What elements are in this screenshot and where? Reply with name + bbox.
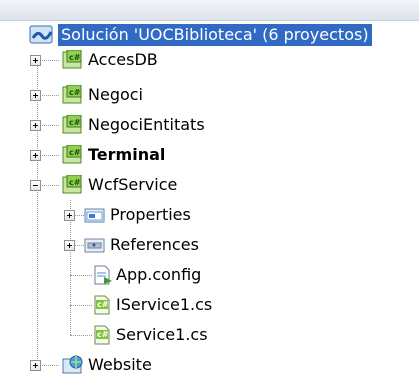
project-label: Terminal bbox=[88, 145, 166, 164]
svg-text:c#: c# bbox=[69, 53, 81, 62]
expand-icon[interactable] bbox=[30, 360, 41, 371]
project-label: WcfService bbox=[88, 175, 178, 194]
svg-text:c#: c# bbox=[69, 88, 81, 97]
csharp-project-icon: c# bbox=[62, 145, 84, 165]
csharp-file-icon: c# bbox=[92, 295, 114, 315]
tree-item-negocientitats[interactable]: c# NegociEntitats bbox=[0, 110, 419, 140]
project-label: NegociEntitats bbox=[88, 115, 205, 134]
tree-item-properties[interactable]: Properties bbox=[0, 200, 419, 230]
solution-label: Solución 'UOCBiblioteca' (6 proyectos) bbox=[57, 23, 373, 47]
expand-icon[interactable] bbox=[30, 120, 41, 131]
csharp-project-icon: c# bbox=[62, 115, 84, 135]
collapse-icon[interactable] bbox=[30, 180, 41, 191]
expand-icon[interactable] bbox=[30, 150, 41, 161]
csharp-file-icon: c# bbox=[92, 325, 114, 345]
svg-text:c#: c# bbox=[69, 118, 81, 127]
expand-icon[interactable] bbox=[30, 55, 41, 66]
config-file-icon bbox=[92, 265, 114, 285]
tree-item-service1[interactable]: c# Service1.cs bbox=[0, 320, 419, 350]
tree-item-negoci[interactable]: c# Negoci bbox=[0, 80, 419, 110]
project-label: AccesDB bbox=[88, 50, 158, 69]
svg-text:c#: c# bbox=[97, 300, 109, 309]
item-label: Service1.cs bbox=[116, 325, 208, 344]
item-label: IService1.cs bbox=[116, 295, 213, 314]
svg-text:c#: c# bbox=[97, 330, 109, 339]
csharp-project-icon: c# bbox=[62, 50, 84, 70]
website-project-icon bbox=[62, 355, 84, 375]
csharp-project-icon: c# bbox=[62, 175, 84, 195]
expand-icon[interactable] bbox=[64, 240, 75, 251]
svg-text:c#: c# bbox=[69, 148, 81, 157]
csharp-project-icon: c# bbox=[62, 85, 84, 105]
tree-item-wcfservice[interactable]: c# WcfService bbox=[0, 170, 419, 200]
project-label: Website bbox=[88, 355, 152, 374]
item-label: Properties bbox=[110, 205, 191, 224]
svg-text:c#: c# bbox=[69, 178, 81, 187]
tree-item-website[interactable]: Website bbox=[0, 350, 419, 380]
tree-item-terminal[interactable]: c# Terminal bbox=[0, 140, 419, 170]
tree-item-references[interactable]: References bbox=[0, 230, 419, 260]
expand-icon[interactable] bbox=[64, 210, 75, 221]
item-label: References bbox=[110, 235, 199, 254]
solution-icon bbox=[28, 24, 56, 44]
expand-icon[interactable] bbox=[30, 90, 41, 101]
references-folder-icon bbox=[84, 235, 106, 255]
tree-item-accesdb[interactable]: c# AccesDB bbox=[0, 45, 419, 75]
tree-item-iservice1[interactable]: c# IService1.cs bbox=[0, 290, 419, 320]
tree-item-appconfig[interactable]: App.config bbox=[0, 260, 419, 290]
panel-header-strip bbox=[0, 0, 419, 21]
item-label: App.config bbox=[116, 265, 202, 284]
project-label: Negoci bbox=[88, 85, 143, 104]
properties-folder-icon bbox=[84, 205, 106, 225]
